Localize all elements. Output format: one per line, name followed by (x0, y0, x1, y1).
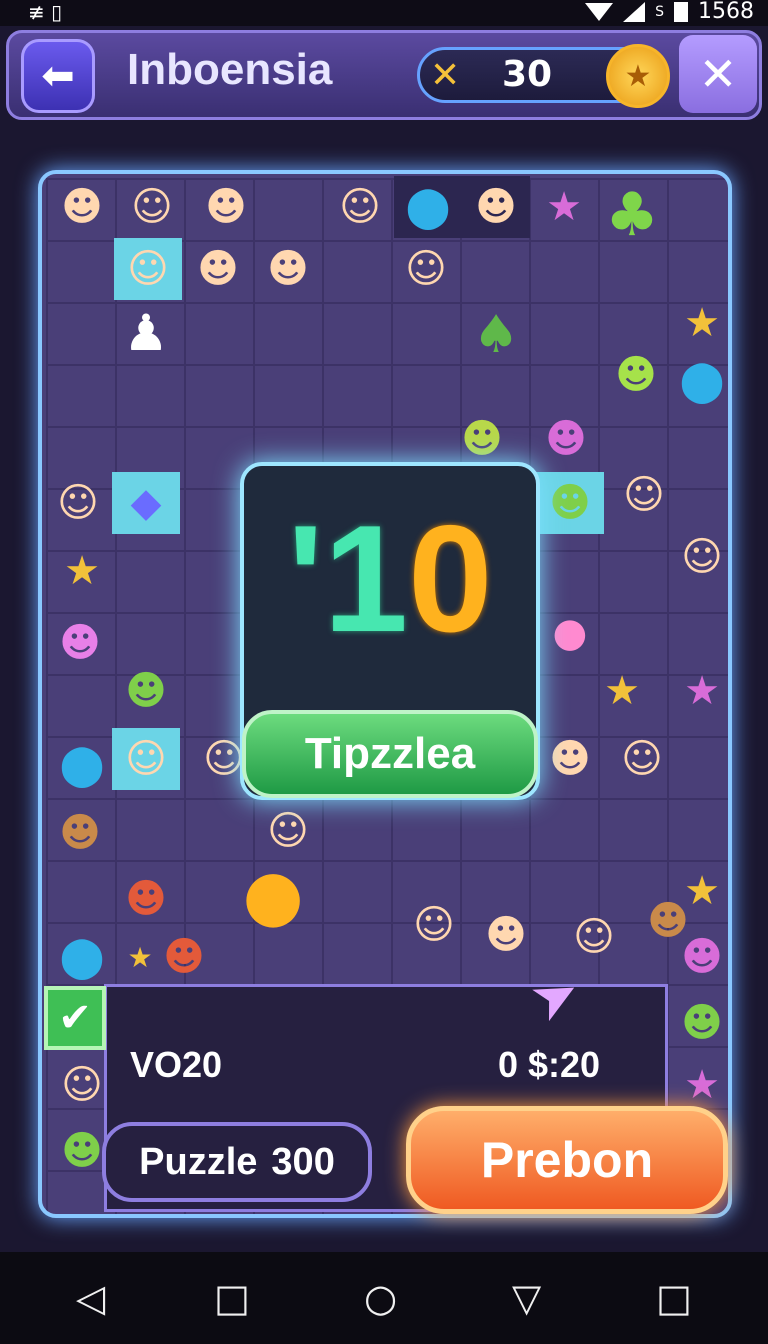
goblin-tile[interactable]: ☻ (112, 660, 180, 722)
back-button[interactable]: ⬅ (21, 39, 95, 113)
page-title: Inboensia (127, 45, 333, 94)
monster-tile[interactable]: ☻ (150, 926, 218, 988)
character-tile[interactable]: ☺ (610, 464, 678, 526)
star-tile[interactable]: ★ (668, 660, 728, 722)
nav-home-icon[interactable]: ○ (364, 1276, 397, 1320)
goblin-tile[interactable]: ♠ (462, 304, 530, 366)
character-tile[interactable]: ☺ (608, 728, 676, 790)
system-navbar: ◁ □ ○ ▽ □ (0, 1252, 768, 1344)
monster-tile[interactable]: ☻ (532, 408, 600, 470)
check-icon: ✔ (58, 995, 92, 1041)
character-tile[interactable]: ☺ (326, 176, 394, 238)
monster-tile[interactable]: ☻ (112, 868, 180, 930)
goblin-tile[interactable]: ☻ (448, 408, 516, 470)
goblin-tile[interactable]: ☻ (602, 344, 670, 406)
nav-back-icon[interactable]: ◁ (76, 1276, 105, 1320)
back-arrow-icon: ⬅ (41, 53, 75, 99)
gem-tile[interactable]: ◆ (112, 472, 180, 534)
battery-icon (674, 2, 688, 22)
character-tile[interactable]: ☺ (400, 894, 468, 956)
star-tile[interactable]: ★ (530, 176, 598, 238)
tip-button[interactable]: Tipzzlea (242, 710, 538, 798)
close-button[interactable]: ✕ (679, 35, 757, 113)
nav-square-icon[interactable]: □ (214, 1276, 250, 1320)
star-coin-icon: ★ (606, 44, 670, 108)
checkmark-tile[interactable]: ✔ (44, 986, 106, 1050)
character-tile[interactable]: ☺ (560, 906, 628, 968)
character-tile[interactable]: ☻ (462, 176, 530, 238)
monster-tile[interactable]: ☻ (668, 926, 728, 988)
character-tile[interactable]: ☺ (254, 800, 322, 862)
character-tile[interactable]: ☺ (668, 526, 728, 588)
stat-left: VO20 (130, 1044, 223, 1085)
character-tile[interactable]: ☺ (44, 472, 112, 534)
coin-counter: ✕ 30 ★ (417, 44, 670, 108)
status-time: 1568 (698, 0, 754, 24)
status-label: S (655, 4, 664, 20)
status-left-icons: ≢ ▯ (28, 0, 63, 24)
blob-tile[interactable]: ⬤ (668, 350, 728, 412)
puzzle-value: 300 (271, 1140, 335, 1183)
nav-recent-icon[interactable]: □ (656, 1276, 692, 1320)
blob-tile[interactable]: ⬤ (48, 734, 116, 796)
coin-value: 30 (502, 54, 553, 95)
ghost-tile[interactable]: ♟ (112, 302, 180, 364)
character-tile[interactable]: ☺ (392, 238, 460, 300)
fish-tile[interactable]: ● (218, 854, 328, 936)
top-bar: ⬅ Inboensia ✕ 30 ★ ✕ (6, 30, 762, 120)
character-tile[interactable]: ☻ (254, 238, 322, 300)
prebon-button[interactable]: Prebon (406, 1106, 728, 1214)
score-popup: '10 Tipzzlea (240, 462, 540, 800)
character-tile[interactable]: ☻ (46, 612, 114, 674)
dragon-tile[interactable]: ♣ (598, 180, 666, 250)
nav-down-icon[interactable]: ▽ (512, 1276, 541, 1320)
character-tile[interactable]: ☺ (118, 176, 186, 238)
signal-icon (623, 2, 646, 22)
score-digit-one: '1 (287, 494, 409, 664)
character-tile[interactable]: ☻ (536, 728, 604, 790)
character-tile[interactable]: ☻ (472, 904, 540, 966)
puzzle-button[interactable]: Puzzle 300 (102, 1122, 372, 1202)
character-tile[interactable]: ☺ (112, 728, 180, 790)
character-tile[interactable]: ☻ (184, 238, 252, 300)
score-display: '10 (244, 494, 536, 664)
character-tile[interactable]: ☻ (46, 802, 114, 864)
goblin-tile[interactable]: ☻ (536, 472, 604, 534)
monster-tile[interactable]: ● (536, 602, 604, 664)
coin-multiplier-icon: ✕ (430, 55, 461, 96)
star-tile[interactable]: ★ (48, 540, 116, 602)
goblin-tile[interactable]: ☻ (668, 992, 728, 1054)
score-digit-zero: 0 (408, 494, 493, 664)
blob-tile[interactable]: ⬤ (394, 176, 462, 238)
puzzle-label: Puzzle (139, 1140, 258, 1183)
status-bar: ≢ ▯ S 1568 (0, 0, 768, 26)
star-tile[interactable]: ★ (668, 292, 728, 354)
stat-right: 0 $:20 (498, 1044, 601, 1085)
character-tile[interactable]: ☻ (48, 176, 116, 238)
star-tile[interactable]: ★ (588, 660, 656, 722)
close-icon: ✕ (698, 47, 738, 101)
character-tile[interactable]: ☺ (114, 238, 182, 300)
character-tile[interactable]: ☻ (192, 176, 260, 238)
wifi-icon (585, 3, 614, 21)
